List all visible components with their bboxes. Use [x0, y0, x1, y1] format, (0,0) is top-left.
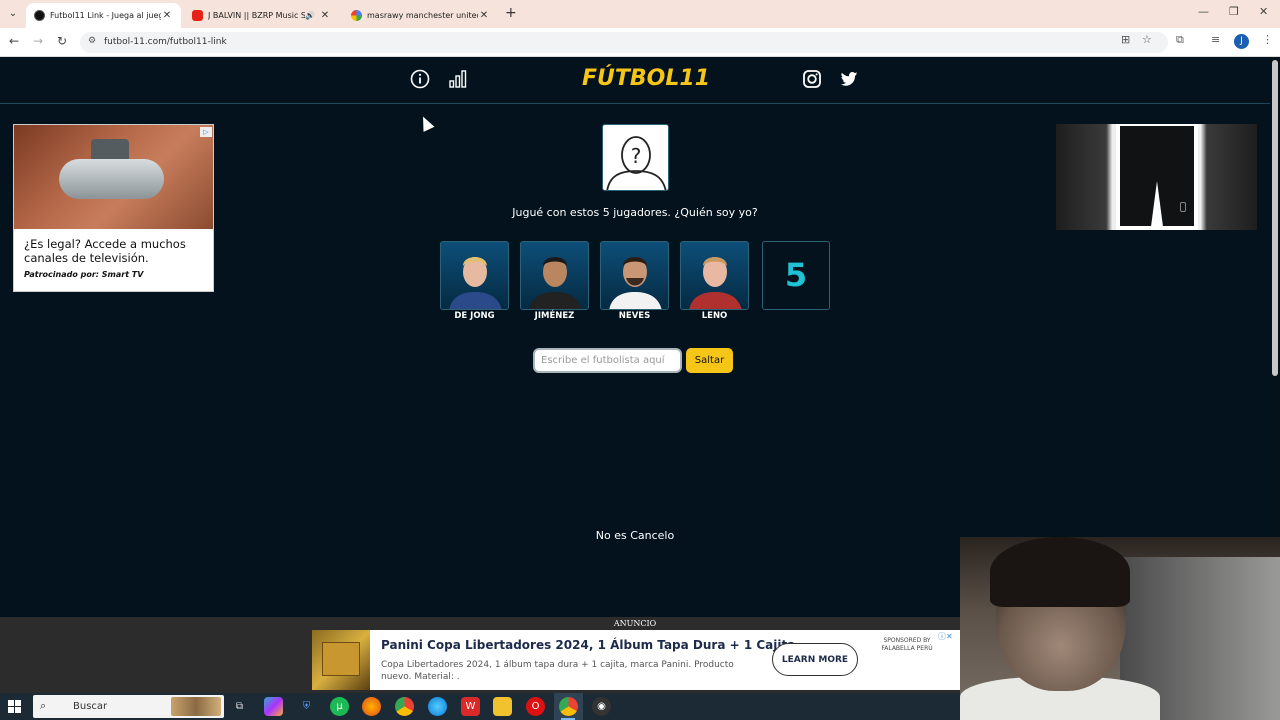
player-photo: [449, 257, 502, 309]
banner-description: Copa Libertadores 2024, 1 álbum tapa dur…: [381, 660, 734, 682]
browser-tab-bar: ⌄ Futbol11 Link - Juega al juego ✕ J BAL…: [0, 0, 1280, 28]
reload-icon[interactable]: ↻: [57, 34, 67, 48]
player-name: NEVES: [618, 311, 651, 321]
windows-taskbar: ⌕ Buscar ⧉ ⛨ µ W O ◉: [0, 693, 960, 720]
player-name: JIMÉNEZ: [534, 311, 575, 321]
file-explorer-icon[interactable]: [493, 697, 512, 716]
player-card: [600, 241, 669, 310]
media-control-icon[interactable]: ≡: [1211, 33, 1220, 46]
player-guess-input[interactable]: [533, 348, 682, 373]
bottom-banner-ad[interactable]: Panini Copa Libertadores 2024, 1 Álbum T…: [312, 630, 960, 690]
skip-button[interactable]: Saltar: [686, 348, 733, 373]
game-prompt: Jugué con estos 5 jugadores. ¿Quién soy …: [512, 206, 758, 219]
scrollbar-thumb[interactable]: [1272, 60, 1278, 376]
chrome-icon[interactable]: [395, 697, 414, 716]
browser-tab-youtube[interactable]: J BALVIN || BZRP Music Ses 🔊 ✕: [184, 3, 339, 28]
site-header: FÚTBOL11: [0, 57, 1270, 104]
player-photo: [609, 257, 662, 309]
search-highlight-image: [171, 697, 221, 716]
windows-start-icon[interactable]: [8, 700, 21, 713]
edge-icon[interactable]: [428, 697, 447, 716]
profile-avatar[interactable]: J: [1234, 34, 1249, 49]
close-tab-icon[interactable]: ✕: [478, 10, 490, 21]
firefox-icon[interactable]: [362, 697, 381, 716]
utorrent-icon[interactable]: µ: [330, 697, 349, 716]
chrome-active-icon[interactable]: [559, 697, 578, 716]
player-photo: [689, 257, 742, 309]
album-product-image[interactable]: [312, 630, 370, 690]
player-card: [440, 241, 509, 310]
address-bar[interactable]: ⚙ futbol-11.com/futbol11-link: [80, 32, 1168, 53]
left-ad[interactable]: ▷ ¿Es legal? Accede a muchos canales de …: [13, 124, 214, 292]
adchoices-close-icon[interactable]: ⓘ✕: [938, 631, 953, 642]
right-ad[interactable]: [1056, 124, 1257, 230]
browser-tab-futbol11[interactable]: Futbol11 Link - Juega al juego ✕: [26, 3, 181, 28]
security-shield-icon[interactable]: ⛨: [297, 697, 316, 716]
player-photo: [529, 257, 582, 309]
stats-icon[interactable]: [448, 69, 468, 89]
shorts-product-image[interactable]: [1116, 124, 1198, 230]
site-logo[interactable]: FÚTBOL11: [582, 66, 710, 91]
player-name: LENO: [701, 311, 728, 321]
site-info-icon[interactable]: ⚙: [88, 36, 96, 46]
banner-sponsor: SPONSORED BY FALABELLA PERÚ: [881, 637, 933, 652]
new-tab-icon[interactable]: +: [505, 5, 517, 21]
tab-title: Futbol11 Link - Juega al juego: [50, 11, 161, 20]
mouse-cursor-icon: [417, 114, 435, 132]
player-name: DE JONG: [454, 311, 495, 321]
instagram-icon[interactable]: [802, 69, 822, 89]
tab-title: masrawy manchester united - B: [367, 11, 478, 20]
adchoices-icon[interactable]: ▷: [200, 127, 212, 137]
tab-title: J BALVIN || BZRP Music Ses: [208, 11, 306, 20]
learn-more-button[interactable]: LEARN MORE: [772, 643, 858, 676]
remaining-count: 5: [762, 241, 830, 310]
twitter-icon[interactable]: [839, 69, 859, 89]
close-window-icon[interactable]: ✕: [1259, 5, 1268, 18]
maximize-icon[interactable]: ❐: [1229, 5, 1239, 18]
browser-tab-google[interactable]: masrawy manchester united - B ✕: [343, 3, 498, 28]
info-icon[interactable]: [410, 69, 430, 89]
browser-menu-icon[interactable]: ⋮: [1262, 33, 1273, 46]
search-icon: ⌕: [40, 699, 47, 712]
youtube-favicon-icon: [192, 10, 203, 21]
webcam-overlay: [960, 537, 1280, 720]
search-label: Buscar: [73, 701, 108, 712]
ad-image[interactable]: [14, 125, 213, 229]
browser-toolbar: ← → ↻ ⚙ futbol-11.com/futbol11-link ⊞ ☆ …: [0, 28, 1280, 57]
speaker-icon[interactable]: 🔊: [305, 11, 315, 20]
translate-icon[interactable]: ⊞: [1121, 33, 1130, 46]
taskbar-search[interactable]: ⌕ Buscar: [33, 695, 224, 718]
minimize-icon[interactable]: —: [1198, 5, 1209, 18]
ad-sponsor: Patrocinado por: Smart TV: [24, 270, 144, 279]
player-card: [520, 241, 589, 310]
close-tab-icon[interactable]: ✕: [319, 10, 331, 21]
close-tab-icon[interactable]: ✕: [161, 10, 173, 21]
back-icon[interactable]: ←: [9, 34, 19, 48]
wps-office-icon[interactable]: W: [461, 697, 480, 716]
guess-feedback: No es Cancelo: [595, 529, 675, 542]
screen-recorder-icon[interactable]: ◉: [592, 697, 611, 716]
player-card: [680, 241, 749, 310]
task-view-icon[interactable]: ⧉: [230, 697, 249, 716]
url-text[interactable]: futbol-11.com/futbol11-link: [104, 37, 227, 47]
extensions-icon[interactable]: ⧉: [1176, 33, 1184, 47]
futbol11-favicon-icon: [34, 10, 45, 21]
tv-stick-image: [59, 159, 164, 199]
opera-icon[interactable]: O: [526, 697, 545, 716]
copilot-icon[interactable]: [264, 697, 283, 716]
tab-search-icon[interactable]: ⌄: [6, 7, 20, 21]
google-favicon-icon: [351, 10, 362, 21]
forward-icon[interactable]: →: [33, 34, 43, 48]
bookmark-star-icon[interactable]: ☆: [1142, 33, 1152, 46]
mystery-player-avatar: ?: [602, 124, 669, 191]
ad-headline[interactable]: ¿Es legal? Accede a muchos canales de te…: [24, 237, 209, 265]
banner-title[interactable]: Panini Copa Libertadores 2024, 1 Álbum T…: [381, 638, 809, 652]
svg-text:?: ?: [631, 144, 642, 168]
crest-icon: [1180, 202, 1186, 212]
